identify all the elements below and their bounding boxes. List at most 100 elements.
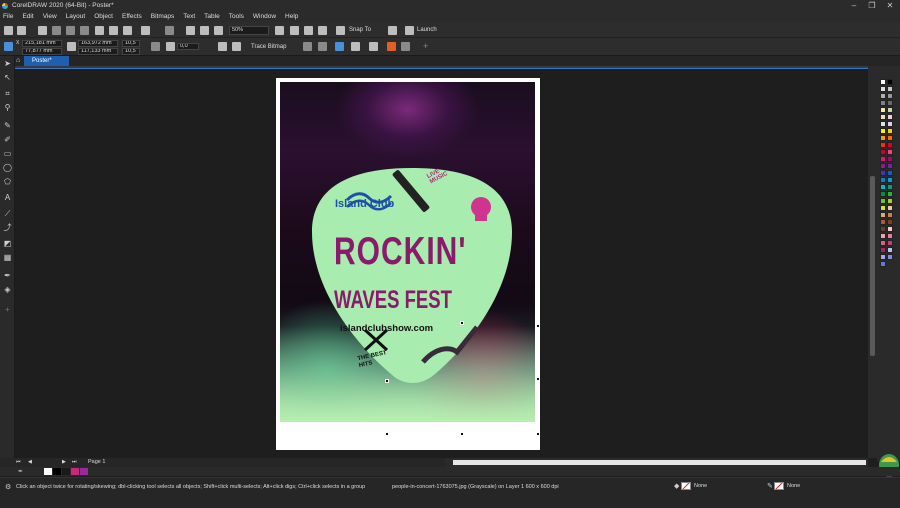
ellipse-tool-icon[interactable]: ◯ — [3, 164, 12, 172]
crop-bitmap-icon[interactable] — [303, 42, 312, 51]
resample-icon[interactable] — [335, 42, 344, 51]
vertical-scroll-thumb[interactable] — [870, 176, 875, 356]
copy-icon[interactable] — [109, 26, 118, 35]
tab-poster[interactable]: Poster* — [24, 56, 69, 66]
palette-color-swatch[interactable] — [880, 142, 886, 148]
rotation-field[interactable]: 0,0 — [177, 43, 199, 50]
palette-color-swatch[interactable] — [880, 86, 886, 92]
print-icon[interactable] — [52, 26, 61, 35]
palette-color-swatch[interactable] — [880, 107, 886, 113]
effects-icon[interactable] — [387, 42, 396, 51]
menu-layout[interactable]: Layout — [66, 13, 86, 20]
tab-page-1[interactable]: Page 1 — [88, 459, 105, 465]
menu-effects[interactable]: Effects — [122, 13, 142, 20]
selection-handle[interactable] — [460, 432, 464, 436]
palette-color-swatch[interactable] — [880, 128, 886, 134]
width-field[interactable]: 163,972 mm — [78, 40, 118, 47]
guidelines-icon[interactable] — [318, 26, 327, 35]
palette-color-swatch[interactable] — [887, 86, 893, 92]
bitmap-color-mask-icon[interactable] — [351, 42, 360, 51]
menu-table[interactable]: Table — [204, 13, 220, 20]
palette-color-swatch[interactable] — [887, 254, 893, 260]
palette-color-swatch[interactable] — [880, 205, 886, 211]
crop-tool-icon[interactable]: ⌗ — [3, 90, 12, 98]
connector-tool-icon[interactable]: ⤴ — [3, 224, 12, 232]
trace-bitmap-button[interactable]: Trace Bitmap — [251, 44, 286, 50]
lock-ratio-icon[interactable] — [151, 42, 160, 51]
height-field[interactable]: 117,133 mm — [78, 48, 118, 55]
text-tool-icon[interactable]: A — [3, 194, 12, 202]
object-origin-icon[interactable] — [4, 42, 13, 51]
cut-icon[interactable] — [95, 26, 104, 35]
vertical-scrollbar[interactable] — [868, 66, 877, 458]
open-icon[interactable] — [17, 26, 26, 35]
options-gear-icon[interactable] — [388, 26, 397, 35]
palette-color-swatch[interactable] — [880, 226, 886, 232]
palette-color-swatch[interactable] — [887, 121, 893, 127]
palette-color-swatch[interactable] — [880, 121, 886, 127]
mirror-horizontal-icon[interactable] — [218, 42, 227, 51]
palette-color-swatch[interactable] — [887, 184, 893, 190]
menu-tools[interactable]: Tools — [229, 13, 244, 20]
polygon-tool-icon[interactable]: ⬠ — [3, 178, 12, 186]
fill-swatch[interactable] — [681, 482, 691, 490]
cloud-icon[interactable] — [80, 26, 89, 35]
menu-text[interactable]: Text — [183, 13, 195, 20]
menu-object[interactable]: Object — [94, 13, 113, 20]
close-icon[interactable]: ✕ — [882, 0, 898, 11]
selection-handle[interactable] — [385, 379, 389, 383]
guitar-pick-shape[interactable] — [307, 162, 517, 392]
palette-color-swatch[interactable] — [887, 156, 893, 162]
palette-color-swatch[interactable] — [887, 79, 893, 85]
scale-x-field[interactable]: 10,5 — [122, 40, 140, 47]
transparency-tool-icon[interactable]: ▦ — [3, 254, 12, 262]
next-page-icon[interactable]: ▶ — [62, 459, 66, 465]
palette-color-swatch[interactable] — [880, 254, 886, 260]
palette-color-swatch[interactable] — [880, 100, 886, 106]
home-icon[interactable]: ⌂ — [16, 57, 20, 64]
palette-color-swatch[interactable] — [887, 142, 893, 148]
palette-color-swatch[interactable] — [887, 100, 893, 106]
doc-color-swatch[interactable] — [80, 468, 88, 475]
palette-color-swatch[interactable] — [887, 212, 893, 218]
selection-handle[interactable] — [536, 324, 540, 328]
pick-tool-icon[interactable]: ➤ — [3, 60, 12, 68]
upload-icon[interactable] — [66, 26, 75, 35]
palette-color-swatch[interactable] — [887, 233, 893, 239]
palette-color-swatch[interactable] — [880, 163, 886, 169]
shape-tool-icon[interactable]: ↖ — [3, 74, 12, 82]
palette-color-swatch[interactable] — [880, 198, 886, 204]
palette-color-swatch[interactable] — [887, 163, 893, 169]
edit-bitmap-icon[interactable] — [318, 42, 327, 51]
restore-icon[interactable]: ❐ — [864, 0, 880, 11]
palette-color-swatch[interactable] — [880, 233, 886, 239]
palette-color-swatch[interactable] — [887, 107, 893, 113]
minimize-icon[interactable]: – — [846, 0, 862, 11]
palette-color-swatch[interactable] — [880, 135, 886, 141]
redo-icon[interactable] — [165, 26, 174, 35]
selection-handle[interactable] — [385, 432, 389, 436]
palette-color-swatch[interactable] — [887, 93, 893, 99]
selection-handle[interactable] — [536, 432, 540, 436]
publish-pdf-icon[interactable] — [214, 26, 223, 35]
selection-handle[interactable] — [536, 377, 540, 381]
last-page-icon[interactable]: ⏭ — [72, 459, 77, 465]
snap-icon[interactable] — [336, 26, 345, 35]
paste-icon[interactable] — [123, 26, 132, 35]
menu-view[interactable]: View — [43, 13, 57, 20]
wrap-text-icon[interactable] — [401, 42, 410, 51]
drop-shadow-tool-icon[interactable]: ◩ — [3, 240, 12, 248]
interactive-fill-tool-icon[interactable]: ◈ — [3, 286, 12, 294]
zoom-tool-icon[interactable]: ⚲ — [3, 104, 12, 112]
rulers-icon[interactable] — [290, 26, 299, 35]
prev-page-icon[interactable]: ◀ — [28, 459, 32, 465]
add-tool-icon[interactable]: + — [3, 306, 12, 314]
palette-color-swatch[interactable] — [887, 205, 893, 211]
launch-dropdown[interactable]: Launch — [417, 27, 437, 33]
palette-color-swatch[interactable] — [887, 226, 893, 232]
grid-icon[interactable] — [304, 26, 313, 35]
zoom-level-field[interactable]: 50% — [229, 26, 269, 35]
freehand-tool-icon[interactable]: ✎ — [3, 122, 12, 130]
palette-color-swatch[interactable] — [880, 191, 886, 197]
doc-color-swatch[interactable] — [53, 468, 61, 475]
